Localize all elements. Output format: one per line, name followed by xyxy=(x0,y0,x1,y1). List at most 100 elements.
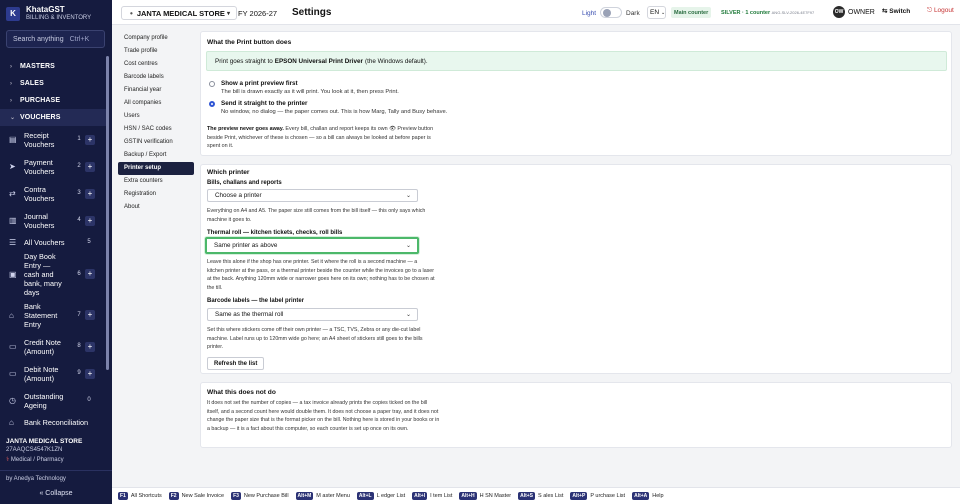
preview-note: The preview never goes away. Every bill,… xyxy=(207,125,443,151)
collapse-sidebar-button[interactable]: « Collapse xyxy=(0,490,112,497)
sidebar-item-outstanding-ageing[interactable]: ◷ Outstanding Ageing 0 xyxy=(0,387,106,414)
section-label: MASTERS xyxy=(20,63,55,70)
radio-preview-first[interactable] xyxy=(209,81,215,87)
store-selector[interactable]: • JANTA MEDICAL STORE ▾ xyxy=(121,6,237,20)
settings-nav-trade-profile[interactable]: Trade profile xyxy=(118,45,194,58)
default-printer-callout: Print goes straight to EPSON Universal P… xyxy=(206,51,947,71)
note-icon: ▭ xyxy=(9,342,17,351)
app-title: KhataGST xyxy=(26,5,65,14)
sidebar-item-bank-reconciliation[interactable]: ⌂ Bank Reconciliation xyxy=(0,414,106,431)
shortcut-new-sale[interactable]: F2 New Sale Invoice xyxy=(168,492,224,500)
company-gstin: 27AAQCS4547K1ZN xyxy=(6,447,63,453)
switch-user-button[interactable]: ⇆ Switch xyxy=(882,7,910,15)
thermal-printer-select[interactable]: Same printer as above ⌄ xyxy=(205,237,419,254)
sidebar-item-journal-vouchers[interactable]: ▥ Journal Vouchers 4 + xyxy=(0,207,106,234)
counter-badge[interactable]: Main counter xyxy=(671,7,712,18)
language-selector[interactable]: EN ⌄ xyxy=(647,6,666,19)
toggle-knob xyxy=(603,9,611,17)
company-name: JANTA MEDICAL STORE xyxy=(6,438,83,445)
shortcut-hsn-master[interactable]: Alt+H H SN Master xyxy=(459,492,511,500)
settings-nav-hsn-sac[interactable]: HSN / SAC codes xyxy=(118,123,194,136)
settings-nav-users[interactable]: Users xyxy=(118,110,194,123)
bills-printer-help: Everything on A4 and A5. The paper size … xyxy=(207,208,426,223)
avatar[interactable]: OW xyxy=(833,6,845,18)
add-icon[interactable]: + xyxy=(85,310,95,320)
sidebar-section-sales[interactable]: › SALES xyxy=(0,75,106,92)
shortcut-item-list[interactable]: Alt+I I tem List xyxy=(412,492,452,500)
card-title: Which printer xyxy=(207,169,250,176)
add-icon[interactable]: + xyxy=(85,161,95,172)
sidebar-item-label: Bank Reconciliation xyxy=(24,418,89,427)
shortcut-number: 6 xyxy=(77,270,81,277)
settings-nav-financial-year[interactable]: Financial year xyxy=(118,84,194,97)
option-title[interactable]: Show a print preview first xyxy=(221,80,298,87)
settings-nav-company-profile[interactable]: Company profile xyxy=(118,32,194,45)
shortcut-ledger-list[interactable]: Alt+L L edger List xyxy=(356,492,406,500)
shortcut-new-purchase[interactable]: F3 New Purchase Bill xyxy=(231,492,289,500)
shortcut-purchase-list[interactable]: Alt+P P urchase List xyxy=(570,492,625,500)
theme-toggle[interactable] xyxy=(600,7,622,18)
sidebar-item-day-book[interactable]: ▣ Day Book Entry — cash and bank, many d… xyxy=(0,251,106,297)
add-icon[interactable]: + xyxy=(85,134,95,145)
barcode-printer-label: Barcode labels — the label printer xyxy=(207,298,305,304)
sidebar-item-receipt-vouchers[interactable]: ▤ Receipt Vouchers 1 + xyxy=(0,126,106,153)
shortcut-label: S ales List xyxy=(538,493,564,499)
shortcut-master-menu[interactable]: Alt+M M aster Menu xyxy=(295,492,350,500)
sidebar-item-debit-note[interactable]: ▭ Debit Note (Amount) 9 + xyxy=(0,360,106,387)
shortcut-label: L edger List xyxy=(376,493,406,499)
shortcut-sales-list[interactable]: Alt+S S ales List xyxy=(518,492,563,500)
theme-dark-label[interactable]: Dark xyxy=(626,10,640,17)
shortcut-number: 9 xyxy=(77,370,81,376)
settings-nav-extra-counters[interactable]: Extra counters xyxy=(118,175,194,188)
sidebar-item-payment-vouchers[interactable]: ➤ Payment Vouchers 2 + xyxy=(0,153,106,180)
shortcut-help[interactable]: Alt+A Help xyxy=(632,492,664,500)
settings-nav-cost-centres[interactable]: Cost centres xyxy=(118,58,194,71)
chevron-down-icon: ⌄ xyxy=(405,312,411,318)
store-bullet-icon: • xyxy=(130,8,133,18)
note-icon: ▭ xyxy=(9,369,17,378)
app-logo-icon: K xyxy=(6,6,20,21)
sidebar-item-credit-note[interactable]: ▭ Credit Note (Amount) 8 + xyxy=(0,333,106,360)
license-key: ANG-SLV-2026-4E7F97 xyxy=(771,10,815,15)
sidebar-section-masters[interactable]: › MASTERS xyxy=(0,58,106,75)
barcode-printer-select[interactable]: Same as the thermal roll ⌄ xyxy=(207,308,418,321)
chevron-right-icon: › xyxy=(10,63,13,70)
financial-year-selector[interactable]: FY 2026-27 xyxy=(238,9,277,18)
settings-nav-registration[interactable]: Registration xyxy=(118,188,194,201)
shortcut-all[interactable]: F1 All Shortcuts xyxy=(118,492,162,500)
add-icon[interactable]: + xyxy=(85,188,95,199)
sidebar-section-purchase[interactable]: › PURCHASE xyxy=(0,92,106,109)
bills-printer-select[interactable]: Choose a printer ⌄ xyxy=(207,189,418,202)
settings-nav: Company profile Trade profile Cost centr… xyxy=(118,32,194,214)
theme-light-label[interactable]: Light xyxy=(582,10,596,17)
shortcut-number: 0 xyxy=(87,397,91,403)
search-input[interactable]: Search anything Ctrl+K xyxy=(6,30,105,48)
add-icon[interactable]: + xyxy=(85,341,95,352)
sidebar-item-contra-vouchers[interactable]: ⇄ Contra Vouchers 3 + xyxy=(0,180,106,207)
sidebar-section-vouchers[interactable]: ⌄ VOUCHERS xyxy=(0,109,106,126)
settings-nav-barcode-labels[interactable]: Barcode labels xyxy=(118,71,194,84)
settings-nav-gstin-verification[interactable]: GSTIN verification xyxy=(118,136,194,149)
add-icon[interactable]: + xyxy=(85,269,95,279)
settings-nav-backup-export[interactable]: Backup / Export xyxy=(118,149,194,162)
sidebar-item-label: All Vouchers xyxy=(24,238,65,247)
add-icon[interactable]: + xyxy=(85,368,95,379)
sidebar-item-bank-statement[interactable]: ⌂ Bank Statement Entry 7 + xyxy=(0,297,106,333)
thermal-printer-label: Thermal roll — kitchen tickets, checks, … xyxy=(207,230,343,236)
sidebar-scrollbar[interactable] xyxy=(106,56,109,370)
pharmacy-icon: ⚕ xyxy=(6,457,10,463)
sidebar-item-label: Day Book Entry — cash and bank, many day… xyxy=(24,251,62,297)
option-title[interactable]: Send it straight to the printer xyxy=(221,100,307,107)
book-icon: ▣ xyxy=(9,269,17,279)
shortcut-key: Alt+I xyxy=(412,492,428,500)
radio-send-straight[interactable] xyxy=(209,101,215,107)
receipt-icon: ▤ xyxy=(9,135,17,144)
add-icon[interactable]: + xyxy=(85,215,95,226)
sidebar-item-all-vouchers[interactable]: ☰ All Vouchers 5 xyxy=(0,234,106,251)
brand[interactable]: K KhataGST BILLING & INVENTORY xyxy=(6,5,91,22)
logout-button[interactable]: ⎋ Logout xyxy=(927,7,954,15)
settings-nav-about[interactable]: About xyxy=(118,201,194,214)
settings-nav-printer-setup[interactable]: Printer setup xyxy=(118,162,194,175)
refresh-list-button[interactable]: Refresh the list xyxy=(207,357,265,370)
settings-nav-all-companies[interactable]: All companies xyxy=(118,97,194,110)
